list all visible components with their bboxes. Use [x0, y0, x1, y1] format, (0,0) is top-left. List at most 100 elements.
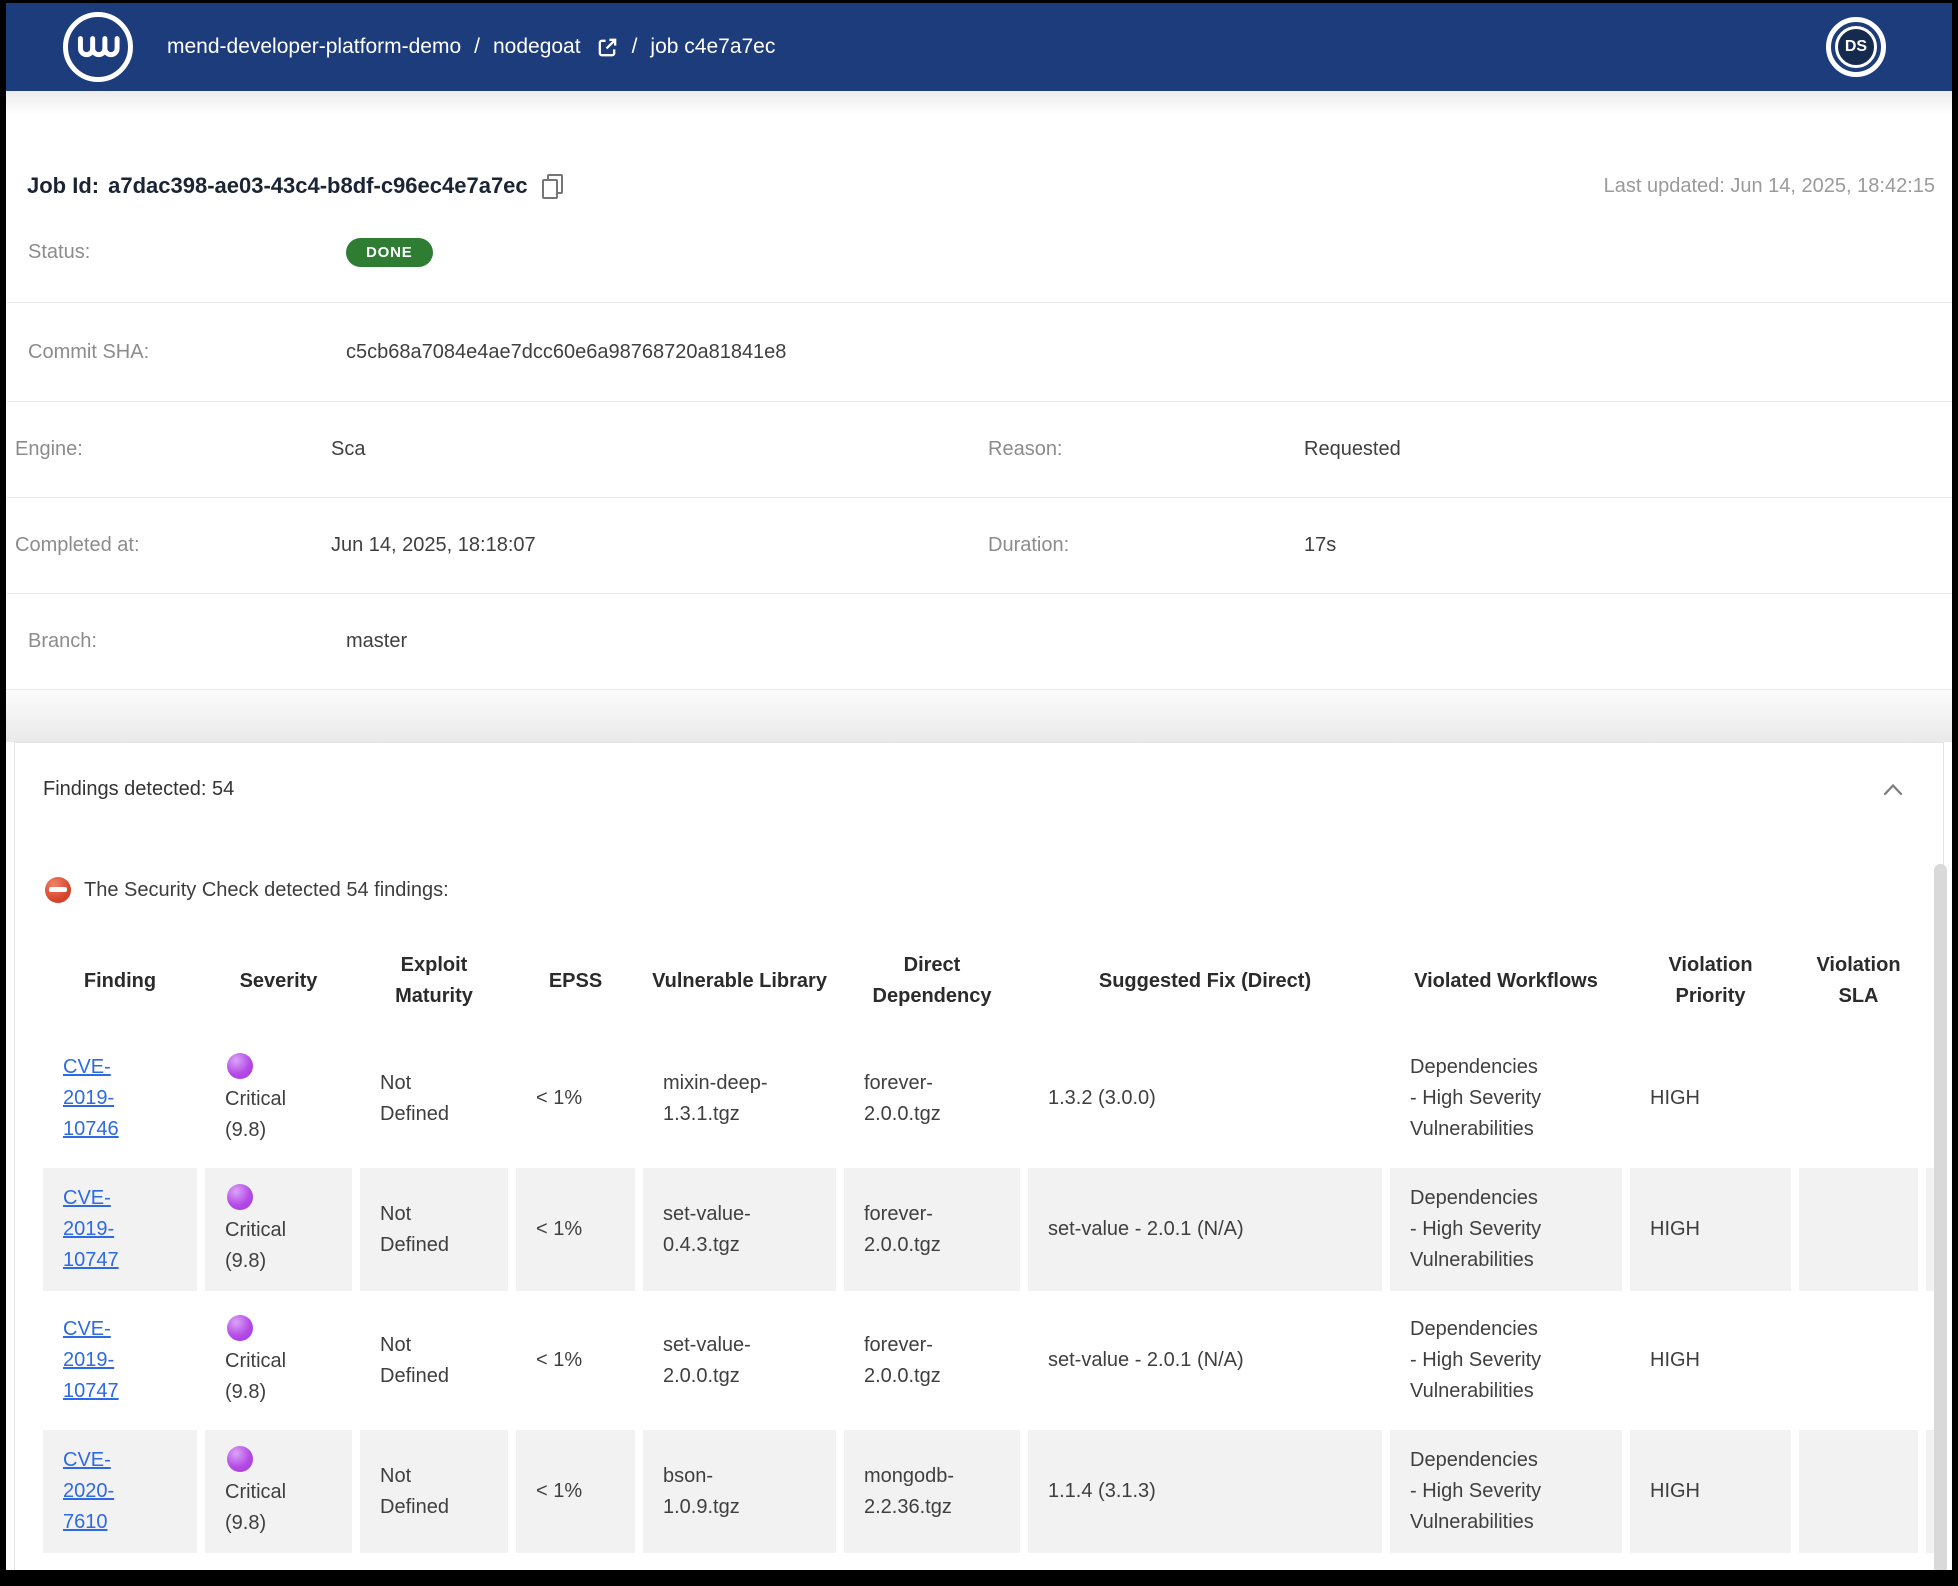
- user-avatar[interactable]: DS: [1826, 17, 1886, 77]
- cell-suggested_fix: 1.3.2 (3.0.0): [1028, 1037, 1382, 1160]
- status-badge: DONE: [346, 238, 433, 267]
- external-link-icon[interactable]: [596, 36, 619, 59]
- severity-text: Critical (9.8): [225, 1219, 286, 1272]
- severity-critical-dot: [227, 1184, 253, 1210]
- reason-label: Reason:: [979, 438, 1304, 461]
- engine-label: Engine:: [6, 438, 331, 461]
- findings-title: Findings detected: 54: [43, 778, 234, 801]
- cell-vulnerable_library: set-value- 2.0.0.tgz: [643, 1299, 836, 1422]
- finding-row: CVE- 2019- 10747 Critical (9.8) Not Define…: [43, 1168, 1944, 1291]
- app-window: mend-developer-platform-demo / nodegoat …: [6, 3, 1952, 1570]
- section-divider: [6, 690, 1952, 742]
- commit-sha-label: Commit SHA:: [6, 341, 346, 364]
- cell-direct_dependency: forever- 2.0.0.tgz: [844, 1037, 1020, 1160]
- severity-text: Critical (9.8): [225, 1350, 286, 1403]
- cell-epss: < 1%: [516, 1037, 635, 1160]
- cell-suggested_fix: set-value - 2.0.1 (N/A): [1028, 1168, 1382, 1291]
- cell-finding: CVE- 2019- 10746: [43, 1037, 197, 1160]
- findings-table-container: FindingSeverityExploit MaturityEPSSVulne…: [35, 925, 1944, 1561]
- severity-text: Critical (9.8): [225, 1088, 286, 1141]
- cell-suggested_fix: set-value - 2.0.1 (N/A): [1028, 1299, 1382, 1422]
- cell-epss: < 1%: [516, 1299, 635, 1422]
- column-header-direct_dependency: Direct Dependency: [844, 933, 1020, 1029]
- copy-icon[interactable]: [542, 174, 563, 199]
- reason-value: Requested: [1304, 438, 1401, 461]
- finding-link[interactable]: CVE- 2019- 10747: [63, 1318, 119, 1402]
- column-header-vulnerable_library: Vulnerable Library: [643, 933, 836, 1029]
- cell-vulnerable_library: mixin-deep- 1.3.1.tgz: [643, 1037, 836, 1160]
- column-header-suggested_fix: Suggested Fix (Direct): [1028, 933, 1382, 1029]
- severity-critical-dot: [227, 1053, 253, 1079]
- cell-violated_workflows: Dependencies - High Severity Vulnerabili…: [1390, 1299, 1622, 1422]
- last-updated: Last updated: Jun 14, 2025, 18:42:15: [1604, 169, 1935, 203]
- cell-direct_dependency: mongodb- 2.2.36.tgz: [844, 1430, 1020, 1553]
- findings-header: Findings detected: 54: [15, 743, 1943, 801]
- finding-row: CVE- 2020- 7610 Critical (9.8) Not Defined…: [43, 1430, 1944, 1553]
- cell-severity: Critical (9.8): [205, 1299, 352, 1422]
- finding-link[interactable]: CVE- 2019- 10746: [63, 1056, 119, 1140]
- security-check-text: The Security Check detected 54 findings:: [84, 877, 449, 903]
- finding-row: CVE- 2019- 10747Critical (9.8)Not Define…: [43, 1299, 1944, 1422]
- column-header-epss: EPSS: [516, 933, 635, 1029]
- completed-at-value: Jun 14, 2025, 18:18:07: [331, 534, 536, 557]
- breadcrumb-job[interactable]: job c4e7a7ec: [650, 35, 775, 59]
- collapse-chevron-up-icon[interactable]: [1883, 783, 1903, 796]
- top-navbar: mend-developer-platform-demo / nodegoat …: [6, 3, 1952, 91]
- vertical-scrollbar[interactable]: [1934, 864, 1947, 1570]
- cell-finding: CVE- 2019- 10747: [43, 1168, 197, 1291]
- finding-link[interactable]: CVE- 2019- 10747: [63, 1187, 119, 1271]
- branch-row: Branch: master: [6, 594, 1952, 690]
- column-header-finding: Finding: [43, 933, 197, 1029]
- cell-violation_priority: HIGH: [1630, 1037, 1791, 1160]
- severity-critical-dot: [227, 1315, 253, 1341]
- branch-label: Branch:: [6, 630, 346, 653]
- security-check-summary: The Security Check detected 54 findings:: [45, 877, 1943, 903]
- finding-link[interactable]: CVE- 2020- 7610: [63, 1449, 114, 1533]
- cell-violated_workflows: Dependencies - High Severity Vulnerabili…: [1390, 1037, 1622, 1160]
- cell-severity: Critical (9.8): [205, 1430, 352, 1553]
- duration-label: Duration:: [979, 534, 1304, 557]
- breadcrumb-org[interactable]: mend-developer-platform-demo: [167, 35, 461, 59]
- mend-wave-icon: [69, 18, 127, 76]
- breadcrumb-separator: /: [474, 35, 480, 59]
- cell-epss: < 1%: [516, 1430, 635, 1553]
- completed-duration-row: Completed at: Jun 14, 2025, 18:18:07 Dur…: [6, 498, 1952, 594]
- no-entry-icon: [45, 877, 71, 903]
- cell-violation_sla: [1799, 1168, 1918, 1291]
- severity-critical-dot: [227, 1446, 253, 1472]
- column-header-exploit_maturity: Exploit Maturity: [360, 933, 508, 1029]
- table-header-row: FindingSeverityExploit MaturityEPSSVulne…: [43, 933, 1944, 1029]
- cell-suggested_fix: 1.1.4 (3.1.3): [1028, 1430, 1382, 1553]
- breadcrumb-repo[interactable]: nodegoat: [493, 35, 581, 59]
- cell-finding: CVE- 2020- 7610: [43, 1430, 197, 1553]
- job-id-row: Job Id: a7dac398-ae03-43c4-b8df-c96ec4e7…: [6, 115, 1952, 203]
- findings-table: FindingSeverityExploit MaturityEPSSVulne…: [35, 925, 1944, 1561]
- cell-violated_workflows: Dependencies - High Severity Vulnerabili…: [1390, 1430, 1622, 1553]
- cell-violation_priority: HIGH: [1630, 1168, 1791, 1291]
- commit-sha-value: c5cb68a7084e4ae7dcc60e6a98768720a81841e8: [346, 341, 786, 364]
- avatar-initials: DS: [1835, 26, 1877, 68]
- breadcrumb-separator: /: [632, 35, 638, 59]
- status-row: Status: DONE: [6, 203, 1952, 303]
- cell-violation_sla: [1799, 1430, 1918, 1553]
- column-header-violation_priority: Violation Priority: [1630, 933, 1791, 1029]
- job-id-label: Job Id:: [27, 169, 99, 203]
- column-header-violated_workflows: Violated Workflows: [1390, 933, 1622, 1029]
- commit-sha-row: Commit SHA: c5cb68a7084e4ae7dcc60e6a9876…: [6, 303, 1952, 402]
- column-header-violation_sla: Violation SLA: [1799, 933, 1918, 1029]
- severity-text: Critical (9.8): [225, 1481, 286, 1534]
- job-id-value: a7dac398-ae03-43c4-b8df-c96ec4e7a7ec: [108, 169, 528, 203]
- cell-vulnerable_library: set-value- 0.4.3.tgz: [643, 1168, 836, 1291]
- cell-exploit_maturity: Not Defined: [360, 1168, 508, 1291]
- cell-exploit_maturity: Not Defined: [360, 1430, 508, 1553]
- cell-direct_dependency: forever- 2.0.0.tgz: [844, 1168, 1020, 1291]
- cell-finding: CVE- 2019- 10747: [43, 1299, 197, 1422]
- cell-severity: Critical (9.8): [205, 1168, 352, 1291]
- finding-row: CVE- 2019- 10746Critical (9.8)Not Define…: [43, 1037, 1944, 1160]
- cell-violation_priority: HIGH: [1630, 1299, 1791, 1422]
- completed-at-label: Completed at:: [6, 534, 331, 557]
- mend-logo[interactable]: [63, 12, 133, 82]
- cell-violation_sla: [1799, 1299, 1918, 1422]
- status-label: Status:: [6, 241, 346, 264]
- cell-severity: Critical (9.8): [205, 1037, 352, 1160]
